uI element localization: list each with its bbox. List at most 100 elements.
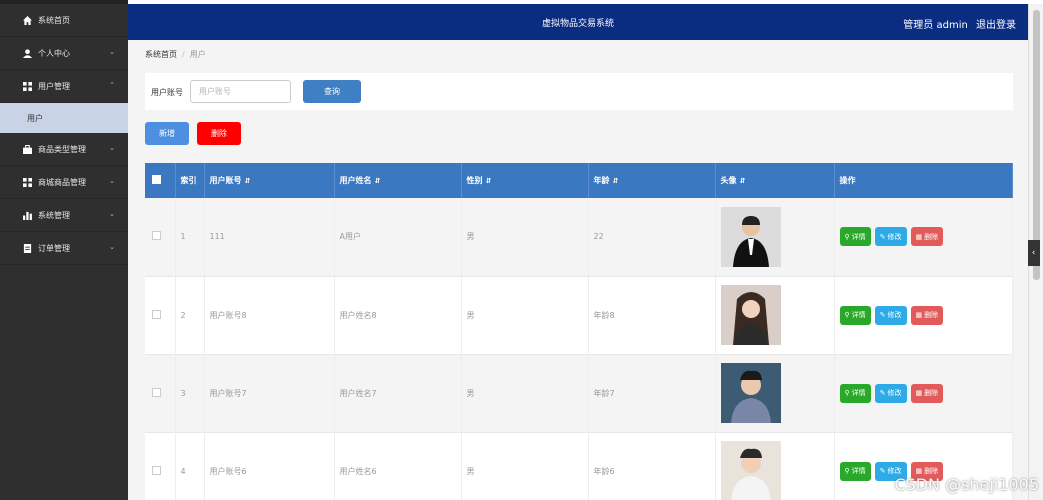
detail-button[interactable]: ⚲ 详情 [839,461,871,481]
trash-icon: ▦ [915,312,923,319]
avatar [720,441,781,500]
sort-icon: ⇵ [612,177,619,185]
row-checkbox[interactable] [152,465,161,475]
sidebar-item-mall-product-management[interactable]: 商城商品管理 ⌄ [0,166,128,199]
search-icon: ⚲ [844,312,850,319]
cell-gender: 男 [461,198,589,276]
detail-button[interactable]: ⚲ 详情 [839,383,871,403]
document-icon [22,243,32,253]
breadcrumb-current: 用户 [189,50,206,59]
column-header-index: 索引 [175,163,205,198]
edit-icon: ✎ [879,390,886,397]
edit-button[interactable]: ✎ 修改 [874,305,907,325]
column-header-age[interactable]: 年龄 ⇵ [588,163,716,198]
cell-age: 年龄8 [588,276,716,354]
row-select-cell[interactable] [145,354,176,432]
row-delete-button[interactable]: ▦ 删除 [910,383,944,403]
row-delete-button[interactable]: ▦ 删除 [910,227,944,247]
cell-index: 3 [175,354,205,432]
watermark: CSDN @sheji1005 [894,475,1039,494]
sidebar-item-label: 商品类型管理 [38,144,86,154]
select-all-header[interactable] [145,163,176,198]
cell-account: 用户账号8 [204,276,335,354]
table-row: 2 用户账号8 用户姓名8 男 年龄8 ⚲ 详情 ✎ 修改 ▦ 删除 [145,276,1013,354]
table-row: 3 用户账号7 用户姓名7 男 年龄7 ⚲ 详情 ✎ 修改 ▦ 删除 [145,354,1013,432]
sidebar-item-label: 用户管理 [38,81,70,91]
row-select-cell[interactable] [145,432,176,500]
sort-icon: ⇵ [739,177,746,185]
chevron-down-icon: ⌄ [109,210,115,218]
cell-age: 22 [588,198,716,276]
select-all-checkbox[interactable] [152,175,161,184]
table-header-row: 索引 用户账号 ⇵ 用户姓名 ⇵ 性别 ⇵ 年龄 ⇵ 头像 ⇵ 操作 [145,163,1013,198]
search-icon: ⚲ [844,390,850,397]
row-select-cell[interactable] [145,276,176,354]
edit-button[interactable]: ✎ 修改 [874,227,907,247]
chevron-up-icon: ⌃ [109,81,115,89]
cell-index: 2 [175,276,205,354]
search-input[interactable] [190,80,291,103]
search-label: 用户账号 [151,88,183,97]
column-header-name[interactable]: 用户姓名 ⇵ [334,163,462,198]
chevron-down-icon: ⌄ [109,48,115,56]
avatar [720,206,781,267]
cell-account: 用户账号6 [204,432,335,500]
cell-avatar [715,432,835,500]
system-title: 虚拟物品交易系统 [541,19,614,29]
grid-icon [22,177,32,187]
sidebar-item-label: 系统管理 [38,210,70,220]
row-checkbox[interactable] [152,309,161,319]
row-checkbox[interactable] [152,387,161,397]
table-row: 4 用户账号6 用户姓名6 男 年龄6 ⚲ 详情 ✎ 修改 ▦ 删除 [145,432,1013,500]
row-delete-button[interactable]: ▦ 删除 [910,305,944,325]
query-button[interactable]: 查询 [303,80,361,103]
sidebar-item-user-management[interactable]: 用户管理 ⌃ [0,70,128,103]
sidebar-item-label: 商城商品管理 [38,177,86,187]
user-table: 索引 用户账号 ⇵ 用户姓名 ⇵ 性别 ⇵ 年龄 ⇵ 头像 ⇵ 操作 1 111 A用户 … [145,163,1013,500]
column-header-actions: 操作 [834,163,1013,198]
collapse-panel-tab[interactable]: ‹ [1027,240,1040,266]
cell-actions: ⚲ 详情 ✎ 修改 ▦ 删除 [834,198,1013,276]
bar-chart-icon [22,211,32,220]
cell-name: 用户姓名6 [334,432,462,500]
cell-actions: ⚲ 详情 ✎ 修改 ▦ 删除 [834,354,1013,432]
column-header-account[interactable]: 用户账号 ⇵ [204,163,335,198]
column-header-gender[interactable]: 性别 ⇵ [461,163,589,198]
search-icon: ⚲ [844,233,850,241]
sidebar-item-personal-center[interactable]: 个人中心 ⌄ [0,37,128,70]
sidebar-item-order-management[interactable]: 订单管理 ⌄ [0,232,128,265]
cell-age: 年龄6 [588,432,716,500]
sidebar-item-product-type-management[interactable]: 商品类型管理 ⌄ [0,133,128,166]
grid-icon [22,81,32,91]
header-user-area: 管理员 admin 退出登录 [898,16,1016,31]
cell-name: 用户姓名7 [334,354,462,432]
breadcrumb-home[interactable]: 系统首页 [145,50,177,59]
trash-icon: ▦ [915,390,923,397]
row-checkbox[interactable] [152,231,161,241]
add-button[interactable]: 新增 [145,122,189,145]
sidebar-item-system-management[interactable]: 系统管理 ⌄ [0,199,128,232]
trash-icon: ▦ [915,233,923,241]
delete-button[interactable]: 删除 [197,122,241,145]
detail-button[interactable]: ⚲ 详情 [839,227,871,247]
sidebar-item-label: 系统首页 [38,15,70,25]
cell-actions: ⚲ 详情 ✎ 修改 ▦ 删除 [834,276,1013,354]
breadcrumb: 系统首页 / 用户 [145,49,206,60]
sidebar-subitem-user[interactable]: 用户 [0,103,128,133]
edit-button[interactable]: ✎ 修改 [874,383,907,403]
sidebar-item-home[interactable]: 系统首页 [0,4,128,37]
sidebar: 系统首页 个人中心 ⌄ 用户管理 ⌃ 用户 商品类型管理 ⌄ 商城商品管理 ⌄ … [0,0,128,500]
cell-avatar [715,198,835,276]
logout-link[interactable]: 退出登录 [976,20,1016,31]
main-content: 系统首页/用户 用户账号 查询 新增 删除 索引 用户账号⇵ 用户姓名⇵ 性别⇵… [128,40,1028,500]
column-header-avatar[interactable]: 头像 ⇵ [715,163,835,198]
chevron-down-icon: ⌄ [109,243,115,251]
edit-icon: ✎ [879,312,886,319]
home-icon [22,15,32,25]
user-icon [22,48,32,58]
cell-gender: 男 [461,432,589,500]
admin-label: 管理员 admin [903,20,968,31]
row-select-cell[interactable] [145,198,176,276]
cell-age: 年龄7 [588,354,716,432]
detail-button[interactable]: ⚲ 详情 [839,305,871,325]
